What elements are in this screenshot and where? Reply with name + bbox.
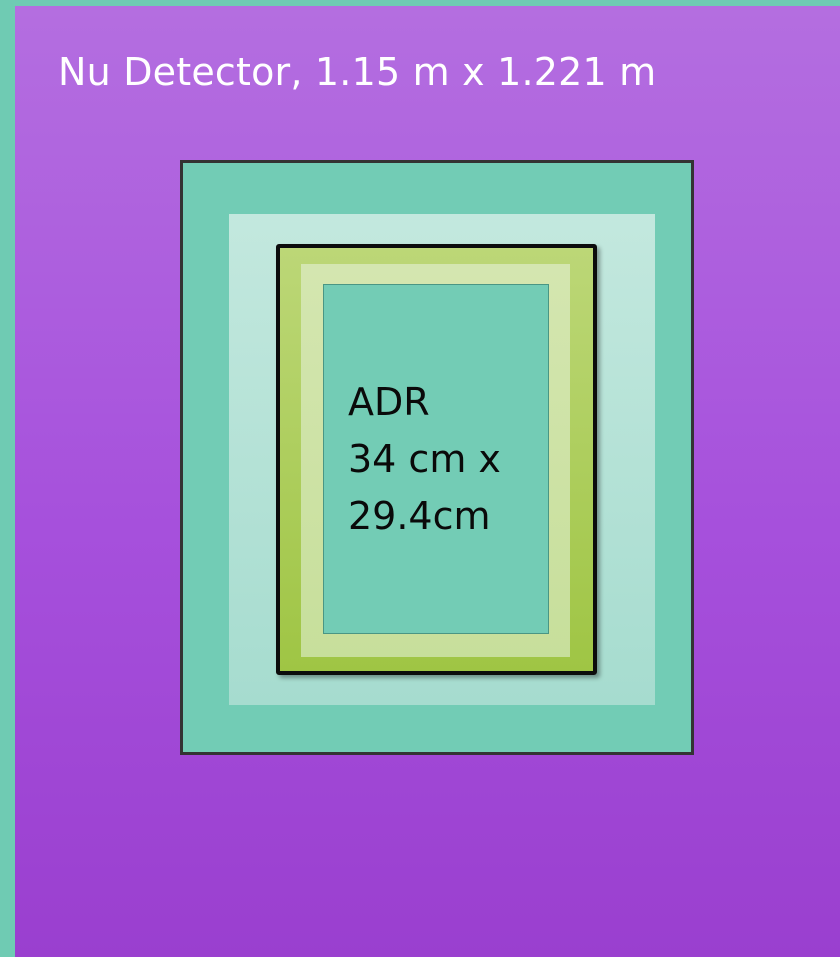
- adr-label: ADR 34 cm x 29.4cm: [348, 374, 501, 545]
- adr-label-dim-2: 29.4cm: [348, 494, 491, 538]
- diagram-title: Nu Detector, 1.15 m x 1.221 m: [58, 50, 657, 94]
- adr-label-name: ADR: [348, 380, 430, 424]
- adr-label-dim-1: 34 cm x: [348, 437, 501, 481]
